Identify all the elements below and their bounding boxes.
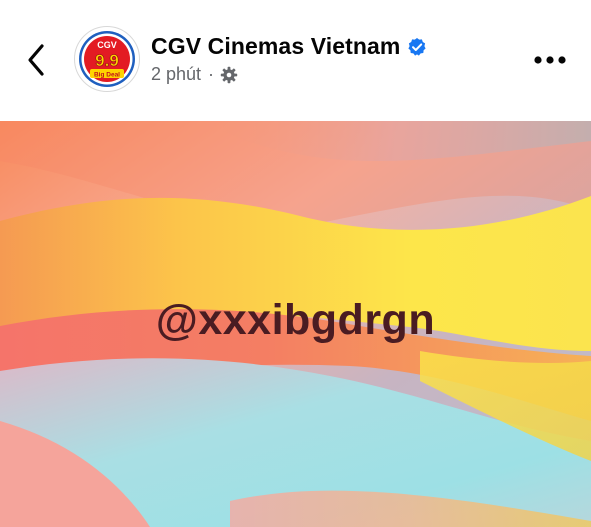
- logo-number-text: 9.9: [95, 51, 119, 70]
- more-horizontal-icon: [534, 56, 566, 64]
- page-name-label[interactable]: CGV Cinemas Vietnam: [151, 33, 400, 60]
- chevron-left-icon: [28, 44, 44, 76]
- logo-brand-text: CGV: [97, 40, 117, 50]
- post-image[interactable]: @xxxibgdrgn: [0, 121, 591, 527]
- post-view: CGV 9.9 Big Deal CGV Cinemas Vietnam 2 p…: [0, 0, 591, 527]
- verified-badge-icon: [407, 37, 427, 57]
- timestamp[interactable]: 2 phút: [151, 64, 201, 85]
- cgv-logo: CGV 9.9 Big Deal: [79, 31, 135, 87]
- back-button[interactable]: [18, 40, 54, 80]
- gear-icon[interactable]: [220, 66, 238, 84]
- meta-separator: ·: [208, 64, 215, 84]
- avatar[interactable]: CGV 9.9 Big Deal: [74, 26, 140, 92]
- post-overlay-text: @xxxibgdrgn: [155, 296, 436, 344]
- post-meta: 2 phút ·: [151, 64, 238, 85]
- more-options-button[interactable]: [530, 44, 570, 76]
- post-header: CGV 9.9 Big Deal CGV Cinemas Vietnam 2 p…: [0, 0, 591, 120]
- logo-deal-text: Big Deal: [94, 71, 120, 78]
- page-name[interactable]: CGV Cinemas Vietnam: [151, 33, 427, 60]
